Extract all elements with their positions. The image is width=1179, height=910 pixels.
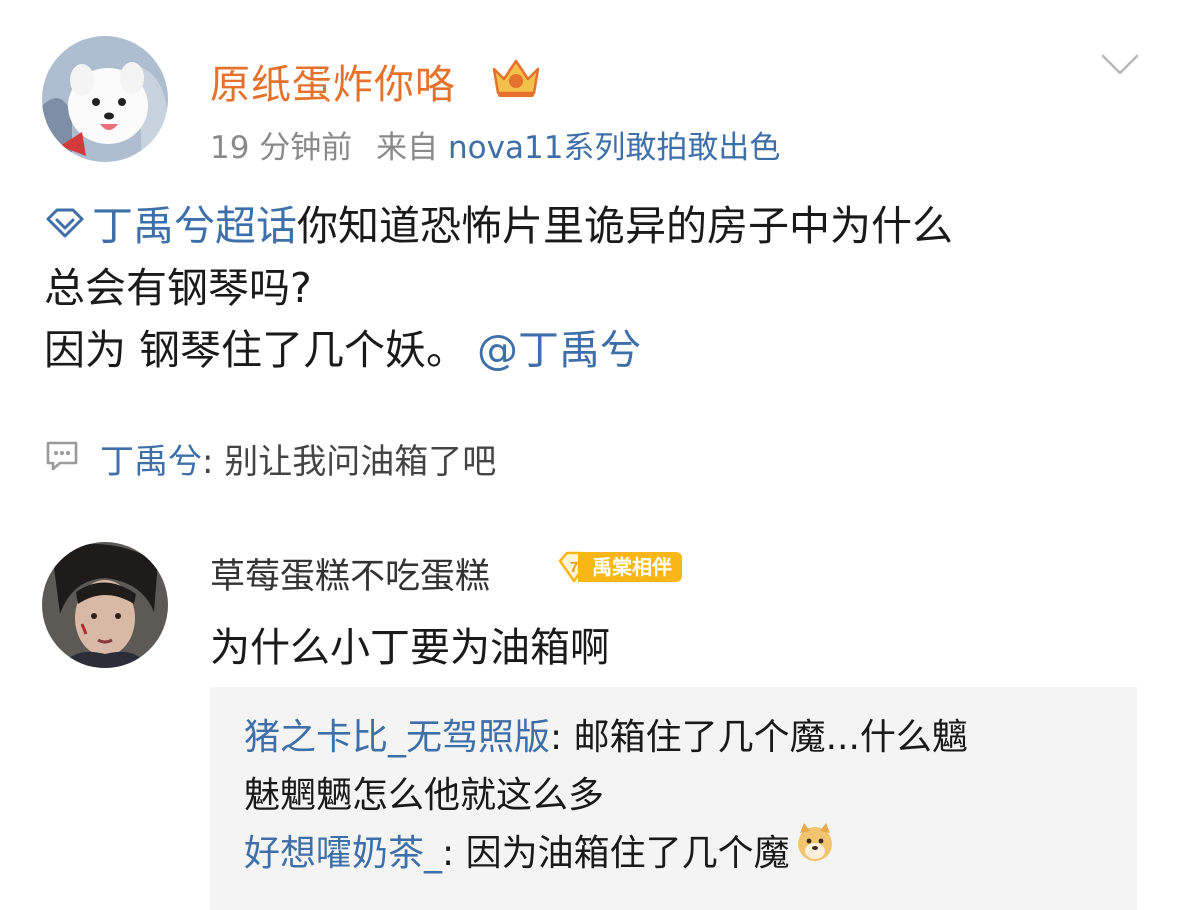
post-meta: 19 分钟前 来自 nova11系列敢拍敢出色 xyxy=(210,122,780,167)
post-text-line3: 因为 钢琴住了几个妖。 xyxy=(44,326,468,374)
avatar-image xyxy=(42,36,168,162)
reply-author-avatar[interactable] xyxy=(42,542,168,668)
reply-author-name[interactable]: 草莓蛋糕不吃蛋糕 xyxy=(210,548,490,599)
sub-reply-text-line1: : 邮箱住了几个魔...什么魑 xyxy=(550,717,968,758)
chevron-down-icon[interactable] xyxy=(1100,52,1140,82)
sub-reply-author[interactable]: 猪之卡比_无驾照版 xyxy=(244,717,550,758)
sub-reply-text: : 因为油箱住了几个魔 xyxy=(442,833,790,874)
comment-bubble-icon xyxy=(44,439,80,482)
sub-reply-author[interactable]: 好想嚯奶茶_ xyxy=(244,833,442,874)
supertopic-link[interactable]: 丁禹兮超话 xyxy=(92,202,297,250)
pinned-comment[interactable]: 丁禹兮: 别让我问油箱了吧 xyxy=(44,434,496,485)
sub-replies-box[interactable]: 猪之卡比_无驾照版: 邮箱住了几个魔...什么魑 魅魍魉怎么他就这么多 好想嚯奶… xyxy=(210,687,1137,910)
sub-reply-text-line2: 魅魍魉怎么他就这么多 xyxy=(244,775,605,816)
fan-level-number: 7 xyxy=(570,559,578,576)
post-source-link[interactable]: nova11系列敢拍敢出色 xyxy=(448,130,780,166)
pinned-comment-author[interactable]: 丁禹兮 xyxy=(100,442,202,482)
post-body: 丁禹兮超话你知道恐怖片里诡异的房子中为什么 总会有钢琴吗? 因为 钢琴住了几个妖… xyxy=(44,195,1144,381)
reply-text: 为什么小丁要为油箱啊 xyxy=(210,625,610,671)
sub-reply[interactable]: 猪之卡比_无驾照版: 邮箱住了几个魔...什么魑 魅魍魉怎么他就这么多 xyxy=(244,709,968,825)
post-time: 19 分钟前 xyxy=(210,130,353,166)
pinned-comment-text: : 别让我问油箱了吧 xyxy=(202,442,497,482)
source-prefix: 来自 xyxy=(376,130,439,166)
crown-vip-icon[interactable] xyxy=(490,55,542,103)
doge-emoji xyxy=(794,821,836,881)
avatar-image xyxy=(42,542,168,668)
sub-reply[interactable]: 好想嚯奶茶_: 因为油箱住了几个魔 xyxy=(244,823,836,885)
fan-club-badge[interactable]: 7 禹棠相伴 xyxy=(556,549,682,585)
post-text-line2: 总会有钢琴吗? xyxy=(44,264,312,312)
mention-link[interactable]: @丁禹兮 xyxy=(477,326,641,374)
post-author-name[interactable]: 原纸蛋炸你咯 xyxy=(210,52,456,110)
fan-badge-label: 禹棠相伴 xyxy=(578,552,682,582)
post-author-avatar[interactable] xyxy=(42,36,168,162)
post-text-line1: 你知道恐怖片里诡异的房子中为什么 xyxy=(297,202,953,250)
supertopic-diamond-icon xyxy=(44,194,86,256)
